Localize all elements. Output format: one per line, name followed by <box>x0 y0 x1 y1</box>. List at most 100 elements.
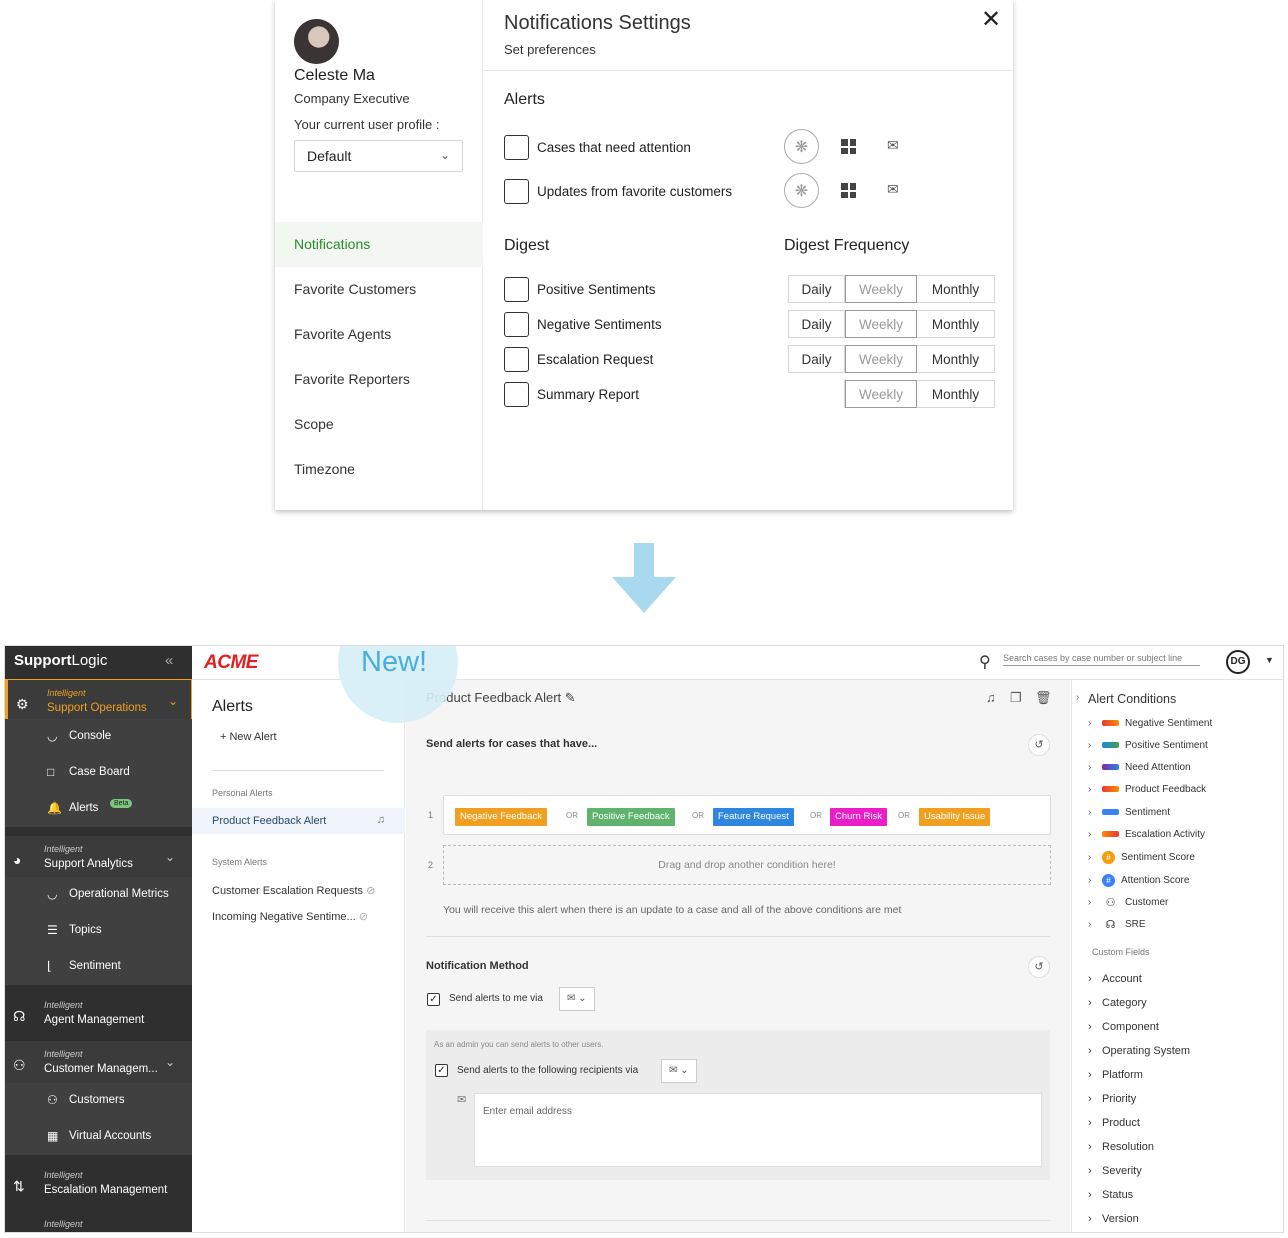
nav-notifications[interactable]: Notifications <box>275 222 483 267</box>
trash-icon[interactable]: 🗑 <box>1035 690 1052 706</box>
alert-item-customer-escalation[interactable]: Customer Escalation Requests ⊘ <box>212 884 375 897</box>
email-icon[interactable]: ✉ <box>887 137 899 154</box>
field-component[interactable]: › Component <box>1088 1021 1159 1033</box>
freq-weekly[interactable]: Weekly <box>845 345 917 373</box>
condition-tag-churn-risk[interactable]: Churn Risk <box>830 808 887 826</box>
condition-negative-sentiment[interactable]: › Negative Sentiment <box>1088 718 1212 729</box>
digest-checkbox[interactable] <box>504 312 529 337</box>
nav-group-more[interactable]: ⚭ Intelligent <box>5 1211 192 1232</box>
condition-drop-zone[interactable]: Drag and drop another condition here! <box>443 845 1051 885</box>
sidebar-item-console[interactable]: ◡ Console <box>5 719 192 755</box>
condition-sentiment-score[interactable]: › # Sentiment Score <box>1088 851 1195 864</box>
sidebar-item-topics[interactable]: ☰ Topics <box>5 913 192 949</box>
sidebar-item-customers[interactable]: ⚇ Customers <box>5 1083 192 1119</box>
nav-timezone[interactable]: Timezone <box>275 447 483 492</box>
alert-checkbox-attention[interactable] <box>504 135 529 160</box>
freq-weekly[interactable]: Weekly <box>845 310 917 338</box>
pencil-icon[interactable]: ✎ <box>565 690 576 705</box>
recipients-method-select[interactable]: ✉ ⌄ <box>661 1059 697 1083</box>
field-status[interactable]: › Status <box>1088 1189 1133 1201</box>
field-product[interactable]: › Product <box>1088 1117 1140 1129</box>
copy-icon[interactable]: ❐ <box>1010 690 1022 706</box>
teams-icon[interactable] <box>841 183 856 198</box>
condition-customer[interactable]: › ⚇ Customer <box>1088 896 1168 909</box>
condition-sentiment[interactable]: › Sentiment <box>1088 807 1170 818</box>
email-icon[interactable]: ✉ <box>887 181 899 198</box>
freq-monthly[interactable]: Monthly <box>917 311 994 337</box>
field-priority[interactable]: › Priority <box>1088 1093 1136 1105</box>
nav-favorite-customers[interactable]: Favorite Customers <box>275 267 483 312</box>
profile-select[interactable]: Default ⌄ <box>294 140 463 172</box>
freq-monthly[interactable]: Monthly <box>917 381 994 407</box>
freq-monthly[interactable]: Monthly <box>917 276 994 302</box>
digest-checkbox[interactable] <box>504 277 529 302</box>
nav-scope[interactable]: Scope <box>275 402 483 447</box>
person-icon: ⚇ <box>47 1093 58 1107</box>
sidebar-item-case-board[interactable]: □ Case Board <box>5 755 192 791</box>
sidebar-item-virtual-accounts[interactable]: ▦ Virtual Accounts <box>5 1119 192 1155</box>
condition-positive-sentiment[interactable]: › Positive Sentiment <box>1088 740 1208 751</box>
field-severity[interactable]: › Severity <box>1088 1165 1142 1177</box>
condition-need-attention[interactable]: › Need Attention <box>1088 762 1191 773</box>
condition-tag-positive-feedback[interactable]: Positive Feedback <box>587 808 675 826</box>
field-account[interactable]: › Account <box>1088 973 1142 985</box>
condition-attention-score[interactable]: › # Attention Score <box>1088 874 1189 887</box>
sidebar-item-label: Case Board <box>69 766 130 778</box>
condition-tag-negative-feedback[interactable]: Negative Feedback <box>455 808 547 826</box>
freq-weekly[interactable]: Weekly <box>845 275 917 303</box>
condition-sre[interactable]: › ☊ SRE <box>1088 918 1146 931</box>
condition-tag-usability-issue[interactable]: Usability Issue <box>919 808 991 826</box>
user-name: Celeste Ma <box>294 67 375 84</box>
send-recipients-checkbox[interactable]: ✓ <box>435 1064 448 1077</box>
freq-monthly[interactable]: Monthly <box>917 346 994 372</box>
frequency-heading: Digest Frequency <box>784 237 910 254</box>
bell-icon[interactable]: ♫ <box>986 690 996 705</box>
avatar[interactable]: DG <box>1226 650 1250 674</box>
caret-down-icon[interactable]: ▼ <box>1265 655 1274 665</box>
bell-icon[interactable]: ♫ <box>377 814 385 826</box>
sidebar-item-sentiment[interactable]: ⌊ Sentiment <box>5 949 192 985</box>
undo-icon[interactable]: ↺ <box>1028 734 1050 756</box>
search-icon[interactable]: ⚲ <box>979 652 991 672</box>
teams-icon[interactable] <box>841 139 856 154</box>
freq-daily[interactable]: Daily <box>789 346 845 372</box>
slack-icon[interactable]: ❋ <box>784 173 819 208</box>
or-label: OR <box>810 811 822 820</box>
field-version[interactable]: › Version <box>1088 1213 1139 1225</box>
sidebar-item-operational-metrics[interactable]: ◡ Operational Metrics <box>5 877 192 913</box>
alert-item-incoming-negative[interactable]: Incoming Negative Sentime... ⊘ <box>212 910 368 923</box>
chevron-right-icon[interactable]: › <box>1076 692 1079 703</box>
slack-icon[interactable]: ❋ <box>784 129 819 164</box>
new-alert-button[interactable]: + New Alert <box>220 731 277 743</box>
search-input[interactable]: Search cases by case number or subject l… <box>1003 653 1200 666</box>
freq-weekly[interactable]: Weekly <box>845 380 917 408</box>
field-category[interactable]: › Category <box>1088 997 1147 1009</box>
freq-daily[interactable]: Daily <box>789 311 845 337</box>
email-input[interactable]: Enter email address <box>474 1093 1042 1167</box>
email-icon: ✉ <box>669 1065 678 1076</box>
nav-group-agent-management[interactable]: ☊ Intelligent Agent Management <box>5 992 192 1044</box>
condition-tag-feature-request[interactable]: Feature Request <box>713 808 794 826</box>
field-resolution[interactable]: › Resolution <box>1088 1141 1154 1153</box>
digest-checkbox[interactable] <box>504 347 529 372</box>
gauge-icon: ◡ <box>47 729 58 743</box>
condition-escalation-activity[interactable]: › Escalation Activity <box>1088 829 1205 840</box>
nav-favorite-agents[interactable]: Favorite Agents <box>275 312 483 357</box>
alert-checkbox-favorites[interactable] <box>504 179 529 204</box>
sidebar-item-alerts[interactable]: 🔔 Alerts Beta <box>5 791 192 827</box>
sidebar-item-label: Alerts <box>69 802 99 814</box>
alert-item-product-feedback[interactable]: Product Feedback Alert ♫ <box>192 808 405 834</box>
send-to-me-checkbox[interactable]: ✓ <box>427 993 440 1006</box>
undo-icon[interactable]: ↺ <box>1028 956 1050 978</box>
freq-daily[interactable]: Daily <box>789 276 845 302</box>
nav-favorite-reporters[interactable]: Favorite Reporters <box>275 357 483 402</box>
method-select[interactable]: ✉ ⌄ <box>559 987 595 1011</box>
field-platform[interactable]: › Platform <box>1088 1069 1143 1081</box>
headset-icon: ☊ <box>13 1008 26 1024</box>
field-operating-system[interactable]: › Operating System <box>1088 1045 1190 1057</box>
close-icon[interactable]: ✕ <box>981 6 1001 34</box>
collapse-sidebar-icon[interactable]: « <box>165 652 173 669</box>
nav-group-escalation-management[interactable]: ⇅ Intelligent Escalation Management <box>5 1162 192 1214</box>
digest-checkbox[interactable] <box>504 382 529 407</box>
condition-product-feedback[interactable]: › Product Feedback <box>1088 784 1206 795</box>
